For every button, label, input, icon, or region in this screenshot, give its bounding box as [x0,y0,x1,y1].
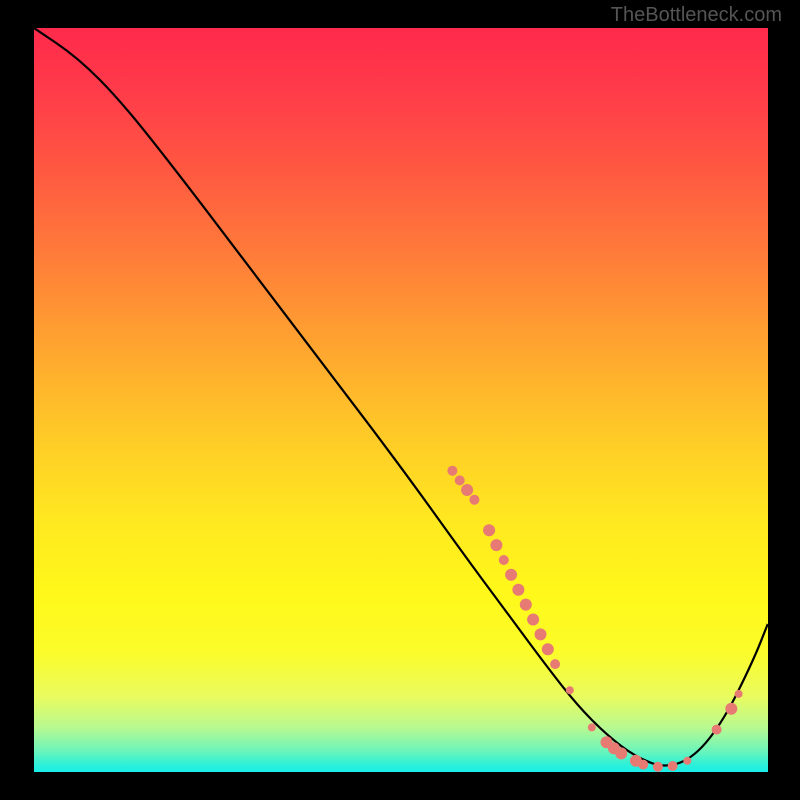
bottleneck-curve [34,28,768,766]
chart-area [34,28,768,772]
data-point [668,761,678,771]
data-point [527,614,539,626]
data-point [505,569,517,581]
data-point [566,686,574,694]
data-point [461,484,473,496]
data-point [520,599,532,611]
data-point [550,659,560,669]
data-point [638,760,648,770]
data-point [490,539,502,551]
watermark-text: TheBottleneck.com [611,4,782,27]
data-point [653,762,663,772]
data-markers [447,466,742,772]
chart-svg [34,28,768,772]
data-point [455,475,465,485]
data-point [499,555,509,565]
data-point [735,690,743,698]
data-point [683,757,691,765]
data-point [615,747,627,759]
data-point [535,628,547,640]
data-point [483,524,495,536]
data-point [447,466,457,476]
data-point [725,703,737,715]
data-point [712,725,722,735]
data-point [542,643,554,655]
data-point [512,584,524,596]
data-point [588,723,596,731]
data-point [469,495,479,505]
